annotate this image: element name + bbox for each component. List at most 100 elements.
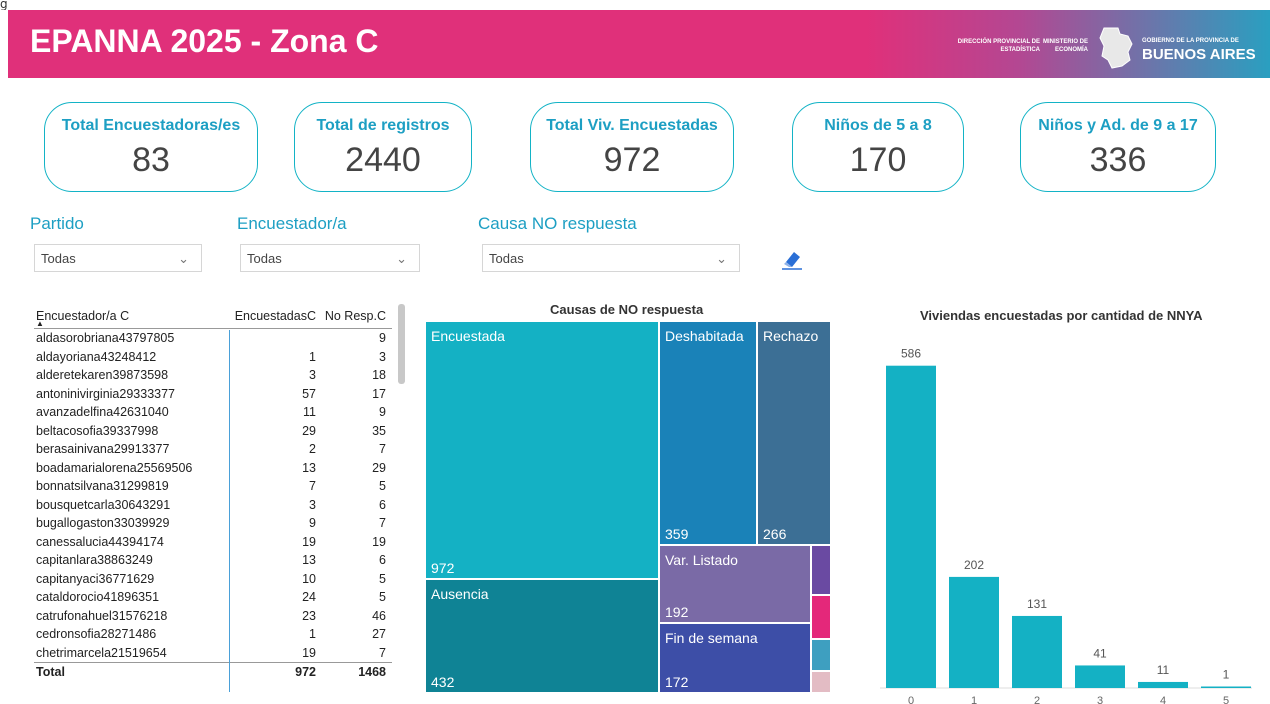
treemap-tile[interactable]: Fin de semana 172: [660, 624, 810, 692]
cell-encuestador: capitanyaci36771629: [36, 571, 155, 586]
bar[interactable]: [886, 365, 936, 688]
cell-noresp: 18: [372, 368, 386, 382]
sort-ascending-icon[interactable]: ▲: [36, 319, 44, 328]
treemap-tile[interactable]: Var. Listado 192: [660, 546, 810, 622]
table-row[interactable]: cataldorocio41896351 24 5: [34, 588, 392, 607]
bar[interactable]: [1201, 686, 1251, 689]
kpi-value: 170: [849, 141, 907, 179]
kpi-value: 2440: [345, 141, 421, 179]
bar[interactable]: [1075, 665, 1125, 688]
cell-encuestadas: 1: [309, 349, 316, 364]
cell-noresp: 5: [379, 590, 386, 604]
encuestadores-table: Encuestador/a C ▲ EncuestadasC No Resp.C…: [34, 300, 392, 683]
tile-label: Fin de semana: [665, 630, 758, 646]
cell-noresp: 17: [372, 386, 386, 401]
cell-encuestador: avanzadelfina42631040: [36, 405, 169, 419]
table-row[interactable]: alderetekaren39873598 3 18: [34, 366, 392, 385]
encuestador-dropdown[interactable]: Todas ⌄: [240, 244, 420, 272]
bar[interactable]: [1012, 615, 1062, 688]
table-row[interactable]: capitanyaci36771629 10 5: [34, 570, 392, 589]
cell-encuestador: chetrimarcela21519654: [36, 645, 167, 660]
kpi-label: Niños y Ad. de 9 a 17: [1038, 117, 1198, 134]
tile-value: 359: [665, 526, 689, 542]
table-row[interactable]: bonnatsilvana31299819 7 5: [34, 477, 392, 496]
kpi-label: Total Viv. Encuestadas: [546, 117, 718, 134]
table-row[interactable]: cedronsofia28271486 1 27: [34, 625, 392, 644]
table-row[interactable]: canessalucia44394174 19 19: [34, 533, 392, 552]
column-header-encuestadas[interactable]: EncuestadasC: [228, 309, 316, 323]
treemap-small-tile[interactable]: [812, 672, 830, 692]
kpi-card-encuestadores: Total Encuestadoras/es 83: [44, 102, 258, 192]
filter-label-causa: Causa NO respuesta: [478, 214, 637, 233]
table-row[interactable]: catrufonahuel31576218 23 46: [34, 607, 392, 626]
table-row[interactable]: avanzadelfina42631040 11 9: [34, 403, 392, 422]
kpi-value: 83: [132, 141, 170, 179]
bar[interactable]: [949, 576, 999, 688]
cell-noresp: 19: [372, 534, 386, 549]
table-scrollbar[interactable]: [398, 304, 405, 384]
chevron-down-icon: ⌄: [396, 251, 407, 266]
tile-label: Var. Listado: [665, 552, 738, 568]
x-tick-label: 3: [1097, 695, 1103, 704]
x-tick-label: 0: [908, 695, 914, 704]
cell-encuestadas: 19: [302, 645, 316, 660]
treemap-small-tile[interactable]: [812, 546, 830, 594]
cell-encuestador: aldayoriana43248412: [36, 349, 157, 364]
table-row[interactable]: berasainivana29913377 2 7: [34, 440, 392, 459]
bar-value-label: 1: [1223, 668, 1230, 682]
page-title: EPANNA 2025 - Zona C: [30, 23, 379, 59]
header-banner: EPANNA 2025 - Zona C DIRECCIÓN PROVINCIA…: [8, 10, 1270, 78]
cell-noresp: 9: [379, 331, 386, 345]
treemap-small-tile[interactable]: [812, 640, 830, 670]
table-row[interactable]: aldasorobriana43797805 9: [34, 329, 392, 348]
causa-dropdown[interactable]: Todas ⌄: [482, 244, 740, 272]
tile-label: Rechazo: [763, 328, 819, 344]
tile-value: 192: [665, 604, 689, 620]
chevron-down-icon: ⌄: [716, 251, 727, 266]
treemap-tile[interactable]: Encuestada 972: [426, 322, 658, 578]
table-row[interactable]: aldayoriana43248412 1 3: [34, 348, 392, 367]
table-row[interactable]: beltacosofia39337998 29 35: [34, 422, 392, 441]
treemap-tile[interactable]: Ausencia 432: [426, 580, 658, 692]
cell-encuestadas: 57: [302, 386, 316, 401]
bar[interactable]: [1138, 681, 1188, 688]
treemap-tile[interactable]: Rechazo 266: [758, 322, 830, 544]
bar-value-label: 586: [901, 347, 921, 361]
tile-value: 972: [431, 560, 455, 576]
table-row[interactable]: chetrimarcela21519654 19 7: [34, 644, 392, 663]
table-row[interactable]: bugallogaston33039929 9 7: [34, 514, 392, 533]
estadistica-logo: DIRECCIÓN PROVINCIAL DE ESTADÍSTICA: [957, 39, 1040, 53]
cell-encuestadas: 11: [303, 405, 316, 419]
treemap-small-tile[interactable]: [812, 596, 830, 638]
cell-encuestador: cataldorocio41896351: [36, 590, 160, 604]
table-row[interactable]: antoninivirginia29333377 57 17: [34, 385, 392, 404]
column-header-encuestador[interactable]: Encuestador/a C: [36, 309, 129, 323]
table-row[interactable]: bousquetcarla30643291 3 6: [34, 496, 392, 515]
cell-encuestadas: 3: [309, 497, 316, 512]
treemap-tile[interactable]: Deshabitada 359: [660, 322, 756, 544]
cell-encuestadas: 7: [309, 479, 316, 493]
total-label: Total: [36, 665, 65, 679]
cell-encuestador: cedronsofia28271486: [36, 627, 157, 641]
cell-encuestador: canessalucia44394174: [36, 534, 164, 549]
dropdown-value: Todas: [489, 251, 524, 266]
ministerio-logo: MINISTERIO DE ECONOMÍA: [1042, 39, 1088, 53]
kpi-card-ninos-9-17: Niños y Ad. de 9 a 17 336: [1020, 102, 1216, 192]
table-row[interactable]: boadamarialorena25569506 13 29: [34, 459, 392, 478]
filter-label-partido: Partido: [30, 214, 84, 233]
x-tick-label: 5: [1223, 695, 1229, 704]
cell-encuestador: antoninivirginia29333377: [36, 386, 176, 401]
partido-dropdown[interactable]: Todas ⌄: [34, 244, 202, 272]
eraser-icon[interactable]: [780, 248, 804, 270]
cell-encuestadas: 13: [302, 460, 316, 475]
cell-noresp: 7: [379, 516, 386, 530]
tile-label: Ausencia: [431, 586, 489, 602]
total-noresp: 1468: [358, 665, 386, 679]
table-row[interactable]: capitanlara38863249 13 6: [34, 551, 392, 570]
kpi-card-registros: Total de registros 2440: [294, 102, 472, 192]
column-header-noresp[interactable]: No Resp.C: [320, 309, 386, 323]
tile-label: Encuestada: [431, 328, 505, 344]
x-tick-label: 2: [1034, 695, 1040, 704]
kpi-label: Total Encuestadoras/es: [61, 117, 241, 134]
cell-encuestadas: 19: [302, 534, 316, 549]
